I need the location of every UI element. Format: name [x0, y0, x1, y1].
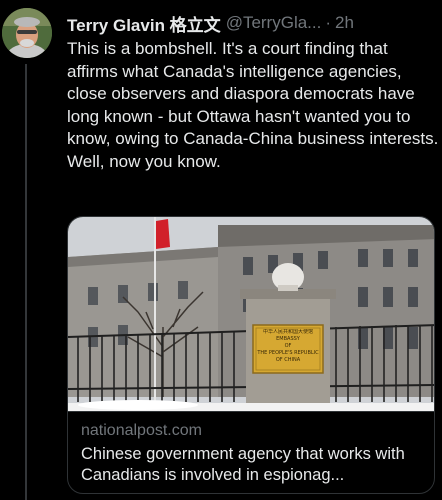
timestamp[interactable]: 2h	[335, 13, 354, 33]
card-image: 中华人民共和国大使馆 EMBASSY OF THE PEOPLE'S REPUB…	[68, 217, 434, 412]
link-card[interactable]: 中华人民共和国大使馆 EMBASSY OF THE PEOPLE'S REPUB…	[67, 216, 435, 494]
embassy-plaque: 中华人民共和国大使馆 EMBASSY OF THE PEOPLE'S REPUB…	[257, 329, 319, 363]
card-domain: nationalpost.com	[81, 422, 202, 439]
display-name[interactable]: Terry Glavin 格立文	[67, 11, 221, 36]
avatar-image	[2, 8, 52, 58]
avatar[interactable]	[2, 8, 52, 58]
separator-dot: ·	[325, 13, 332, 32]
tweet-header: Terry Glavin 格立文 @TerryGla... · 2h	[67, 11, 434, 35]
tweet[interactable]: Terry Glavin 格立文 @TerryGla... · 2h This …	[0, 0, 442, 500]
handle[interactable]: @TerryGla...	[226, 13, 322, 33]
thread-line	[25, 64, 27, 500]
tweet-text: This is a bombshell. It's a court findin…	[67, 39, 439, 171]
card-title[interactable]: Chinese government agency that works wit…	[81, 444, 426, 486]
